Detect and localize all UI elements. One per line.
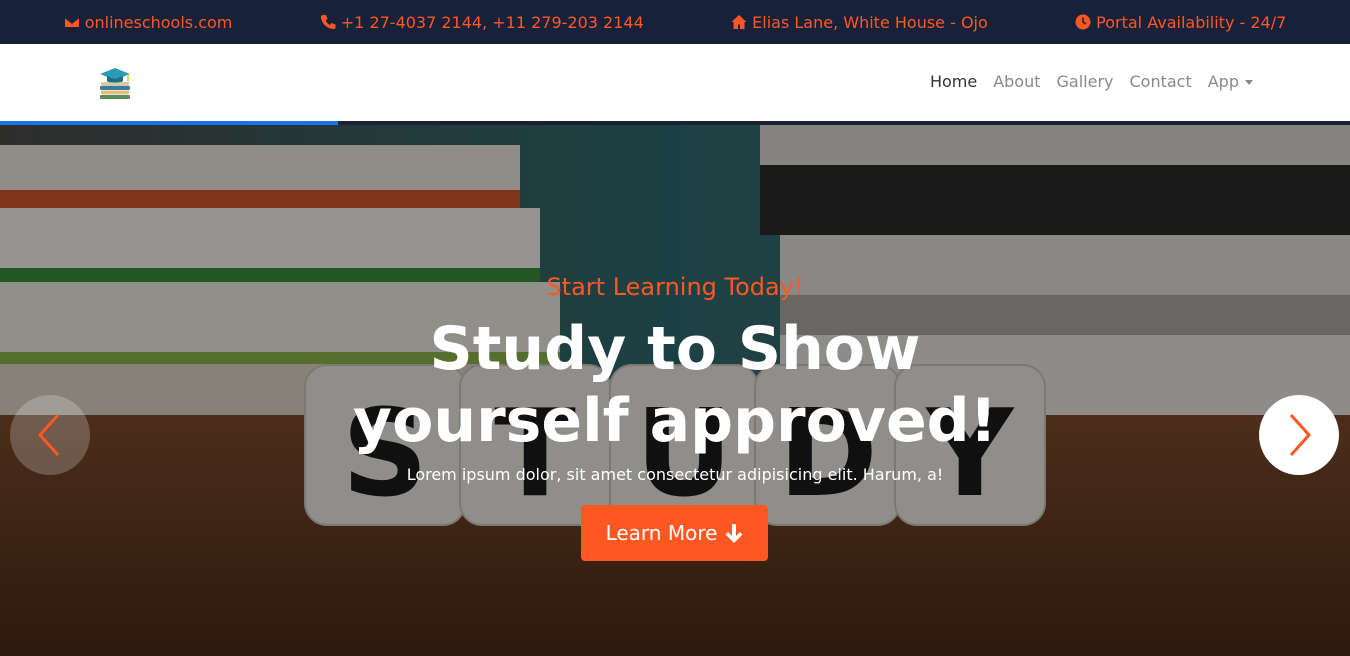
home-icon bbox=[731, 15, 747, 29]
nav-app-dropdown[interactable]: App bbox=[1208, 72, 1253, 91]
availability-link[interactable]: Portal Availability - 24/7 bbox=[1075, 13, 1286, 32]
address-text: Elias Lane, White House - Ojo bbox=[752, 12, 988, 32]
envelope-icon bbox=[64, 16, 80, 27]
graduation-books-icon[interactable] bbox=[98, 66, 132, 100]
hero-carousel: S T U D Y Start Learning Today! Study to… bbox=[0, 125, 1350, 656]
hero-content: Start Learning Today! Study to Show your… bbox=[0, 125, 1350, 656]
nav-gallery[interactable]: Gallery bbox=[1057, 72, 1114, 91]
phone-text: +1 27-4037 2144, +11 279-203 2144 bbox=[340, 12, 644, 32]
arrow-down-icon bbox=[725, 524, 743, 543]
carousel-prev-button[interactable] bbox=[10, 395, 90, 475]
hero-headline-line1: Study to Show bbox=[429, 314, 921, 384]
caret-down-icon bbox=[1245, 80, 1253, 85]
carousel-next-button[interactable] bbox=[1259, 395, 1339, 475]
chevron-right-icon bbox=[1289, 413, 1312, 457]
learn-more-button[interactable]: Learn More bbox=[581, 505, 768, 561]
availability-text: Portal Availability - 24/7 bbox=[1096, 12, 1287, 32]
learn-more-label: Learn More bbox=[605, 521, 718, 545]
hero-headline: Study to Show yourself approved! bbox=[0, 313, 1350, 457]
phone-icon bbox=[320, 15, 336, 29]
chevron-left-icon bbox=[37, 413, 60, 457]
nav-about[interactable]: About bbox=[993, 72, 1040, 91]
email-link[interactable]: onlineschools.com bbox=[64, 12, 233, 32]
phone-link[interactable]: +1 27-4037 2144, +11 279-203 2144 bbox=[320, 13, 644, 32]
address-link[interactable]: Elias Lane, White House - Ojo bbox=[731, 13, 988, 32]
hero-headline-line2: yourself approved! bbox=[353, 386, 997, 456]
top-info-bar: onlineschools.com +1 27-4037 2144, +11 2… bbox=[0, 0, 1350, 44]
hero-kicker: Start Learning Today! bbox=[546, 273, 804, 301]
clock-icon bbox=[1075, 14, 1091, 30]
email-text: onlineschools.com bbox=[84, 12, 233, 32]
nav-contact[interactable]: Contact bbox=[1129, 72, 1191, 91]
nav-home[interactable]: Home bbox=[930, 72, 977, 91]
nav-app-label: App bbox=[1207, 72, 1239, 91]
hero-subtext: Lorem ipsum dolor, sit amet consectetur … bbox=[406, 465, 944, 484]
main-nav: Home About Gallery Contact App bbox=[930, 72, 1253, 91]
navbar: Home About Gallery Contact App bbox=[0, 44, 1350, 122]
